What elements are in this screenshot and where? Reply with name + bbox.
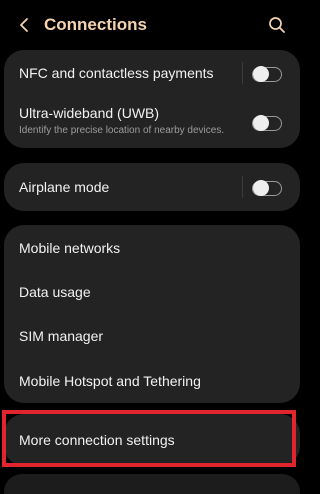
settings-group-networks: Mobile networks Data usage SIM manager M…: [4, 225, 300, 403]
setting-item-label: Mobile networks: [19, 240, 121, 256]
toggle-knob: [253, 180, 269, 196]
chevron-left-icon[interactable]: [14, 14, 36, 36]
setting-item-description: Identify the precise location of nearby …: [19, 125, 225, 136]
setting-item-airplane-mode[interactable]: Airplane mode: [4, 163, 300, 211]
setting-item-label: Mobile Hotspot and Tethering: [19, 373, 201, 389]
divider: [242, 176, 243, 198]
setting-item-label: SIM manager: [19, 328, 104, 344]
toggle-knob: [253, 66, 269, 82]
setting-item-mobile-networks[interactable]: Mobile networks: [4, 225, 300, 269]
setting-item-label: Data usage: [19, 284, 91, 300]
uwb-toggle[interactable]: [252, 115, 282, 131]
setting-item-mobile-hotspot[interactable]: Mobile Hotspot and Tethering: [4, 357, 300, 403]
setting-item-uwb[interactable]: Ultra-wideband (UWB) Identify the precis…: [4, 96, 300, 148]
setting-item-nfc[interactable]: NFC and contactless payments: [4, 50, 300, 96]
app-header: Connections: [0, 0, 302, 50]
setting-item-sim-manager[interactable]: SIM manager: [4, 313, 300, 357]
settings-group-airplane: Airplane mode: [4, 163, 300, 211]
setting-item-label: Ultra-wideband (UWB): [19, 105, 160, 121]
setting-item-data-usage[interactable]: Data usage: [4, 269, 300, 313]
highlight-box: [2, 410, 296, 467]
divider: [242, 62, 243, 84]
page-title: Connections: [44, 15, 147, 34]
airplane-mode-toggle[interactable]: [252, 180, 282, 196]
settings-group-nfc-uwb: NFC and contactless payments Ultra-wideb…: [4, 50, 300, 148]
nfc-toggle[interactable]: [252, 66, 282, 82]
next-settings-group: [4, 474, 300, 494]
search-icon[interactable]: [266, 14, 288, 36]
setting-item-label: NFC and contactless payments: [19, 65, 214, 81]
setting-item-label: Airplane mode: [19, 179, 110, 195]
toggle-knob: [253, 115, 269, 131]
